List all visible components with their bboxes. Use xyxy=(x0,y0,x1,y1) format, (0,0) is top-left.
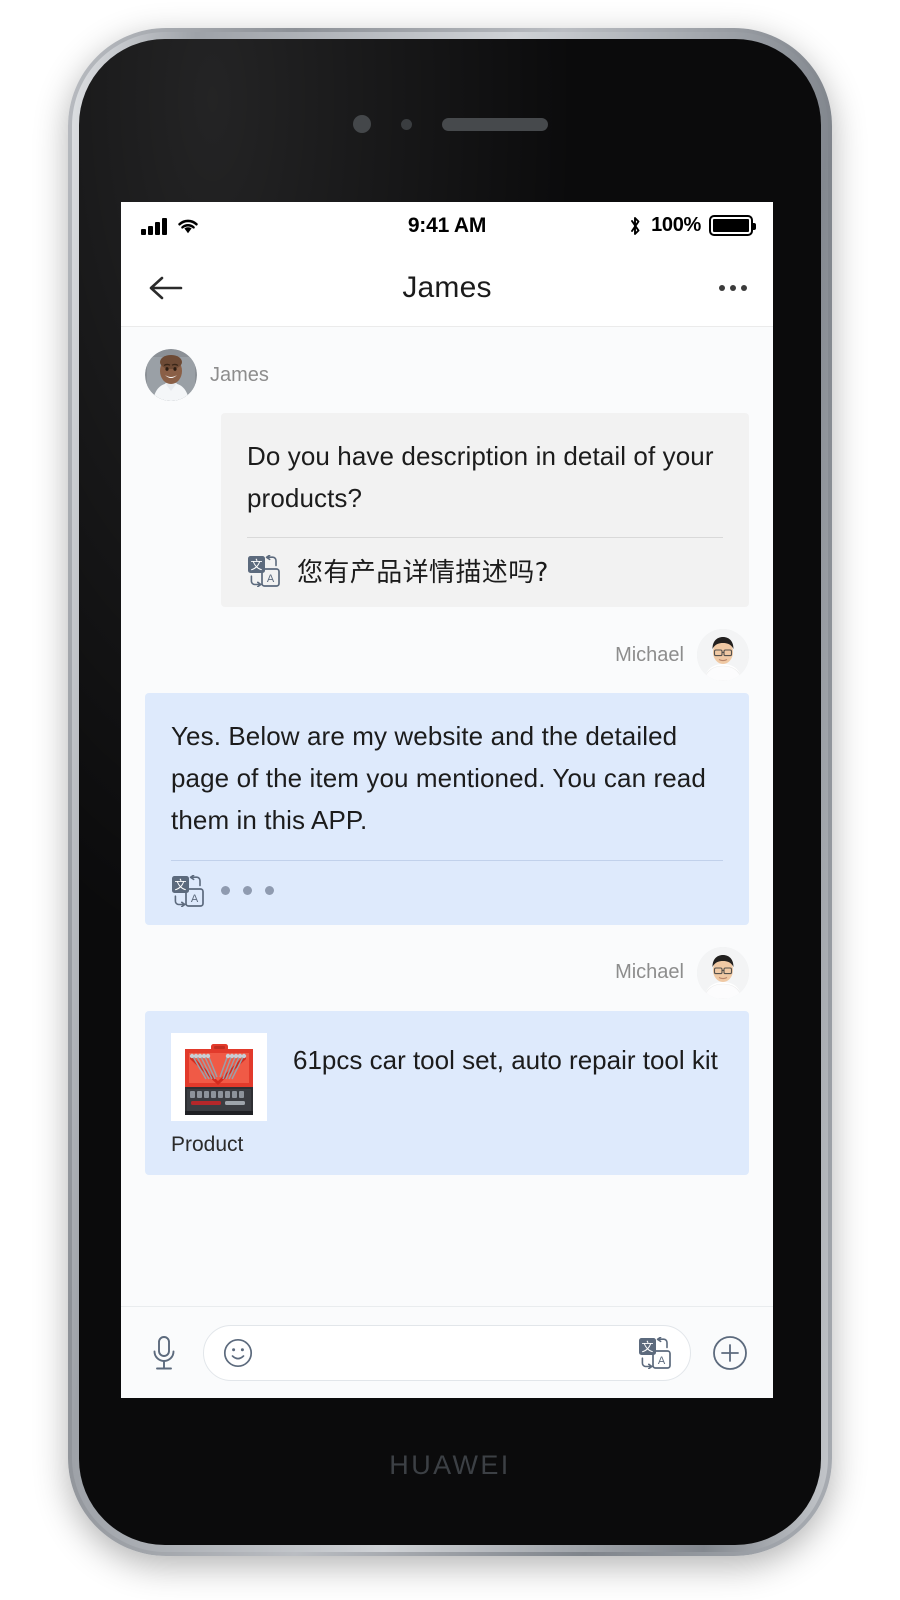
smiley-icon[interactable] xyxy=(222,1337,254,1369)
device-brand-label: HUAWEI xyxy=(389,1450,511,1480)
add-attachment-button[interactable] xyxy=(707,1334,753,1372)
message-translation-text: 您有产品详情描述吗? xyxy=(297,558,549,589)
phone-top-hardware xyxy=(79,113,821,135)
cellular-signal-icon xyxy=(141,217,167,235)
back-button[interactable] xyxy=(147,273,199,303)
svg-text:A: A xyxy=(658,1355,666,1367)
message-header: Michael xyxy=(145,946,749,999)
earpiece-speaker xyxy=(441,117,548,131)
battery-full-icon xyxy=(709,215,757,236)
battery-percent-label: 100% xyxy=(651,214,702,236)
michael-avatar[interactable] xyxy=(697,946,749,999)
phone-body: HUAWEI 9:41 AM 100% James James Do you h… xyxy=(79,39,821,1545)
more-horizontal-icon xyxy=(730,284,736,291)
status-bar: 9:41 AM 100% xyxy=(121,202,773,249)
product-title: 61pcs car tool set, auto repair tool kit xyxy=(293,1044,718,1075)
james-avatar[interactable] xyxy=(145,349,197,401)
chat-message-outgoing: Michael xyxy=(145,629,749,925)
chat-message-list[interactable]: James Do you have description in detail … xyxy=(121,327,773,1306)
nav-bar: James xyxy=(121,249,773,327)
proximity-sensor-icon xyxy=(400,118,412,130)
product-thumbnail-column: Product xyxy=(171,1032,267,1157)
translation-row: 文 A xyxy=(171,874,723,907)
message-bubble[interactable]: Yes. Below are my website and the detail… xyxy=(145,693,749,925)
product-caption: Product xyxy=(171,1132,244,1156)
translation-row: 文 A 您有产品详情描述吗? xyxy=(247,552,723,589)
message-sender-name: Michael xyxy=(615,643,684,666)
message-header: Michael xyxy=(145,629,749,682)
translate-icon[interactable]: 文 A xyxy=(638,1336,672,1369)
message-input-bar: 文 A xyxy=(121,1306,773,1398)
translate-icon[interactable]: 文 A xyxy=(171,874,205,907)
search-input[interactable] xyxy=(254,1339,638,1366)
message-header: James xyxy=(145,349,749,401)
svg-text:A: A xyxy=(267,573,275,585)
chat-message-outgoing: Michael xyxy=(145,946,749,1175)
status-bar-right: 100% xyxy=(486,214,757,238)
phone-screen: 9:41 AM 100% James James Do you have des… xyxy=(121,202,773,1398)
svg-text:文: 文 xyxy=(174,876,186,891)
message-bubble[interactable]: Do you have description in detail of you… xyxy=(221,413,749,608)
bubble-divider xyxy=(247,537,723,539)
wifi-icon xyxy=(177,219,198,233)
front-camera-icon xyxy=(352,115,371,133)
status-bar-time: 9:41 AM xyxy=(407,213,487,237)
translation-loading-dots xyxy=(221,886,274,896)
chat-message-incoming: James Do you have description in detail … xyxy=(145,349,749,608)
product-card[interactable]: Product 61pcs car tool set, auto repair … xyxy=(171,1032,723,1157)
message-sender-name: James xyxy=(210,363,269,386)
more-horizontal-icon xyxy=(719,284,725,291)
more-horizontal-icon xyxy=(741,284,747,291)
message-input-field[interactable]: 文 A xyxy=(203,1324,691,1381)
svg-text:文: 文 xyxy=(641,1338,653,1353)
translate-icon[interactable]: 文 A xyxy=(247,554,281,587)
voice-record-button[interactable] xyxy=(141,1334,187,1372)
device-stage: HUAWEI 9:41 AM 100% James James Do you h… xyxy=(0,0,900,1600)
svg-text:A: A xyxy=(191,893,199,905)
phone-frame: HUAWEI 9:41 AM 100% James James Do you h… xyxy=(68,28,832,1556)
arrow-left-icon xyxy=(149,276,183,299)
status-bar-left xyxy=(141,217,408,235)
plus-circle-icon xyxy=(713,1335,747,1370)
message-text: Yes. Below are my website and the detail… xyxy=(171,721,706,836)
microphone-icon xyxy=(153,1335,175,1369)
svg-text:文: 文 xyxy=(250,557,262,572)
michael-avatar[interactable] xyxy=(697,629,749,682)
message-sender-name: Michael xyxy=(615,961,684,984)
product-card-bubble[interactable]: Product 61pcs car tool set, auto repair … xyxy=(145,1010,749,1175)
bubble-divider xyxy=(171,859,723,861)
product-tool-kit-thumbnail[interactable] xyxy=(171,1032,267,1121)
page-title: James xyxy=(402,270,492,304)
message-text: Do you have description in detail of you… xyxy=(247,441,714,514)
bluetooth-icon xyxy=(631,216,640,235)
more-options-button[interactable] xyxy=(695,284,747,291)
